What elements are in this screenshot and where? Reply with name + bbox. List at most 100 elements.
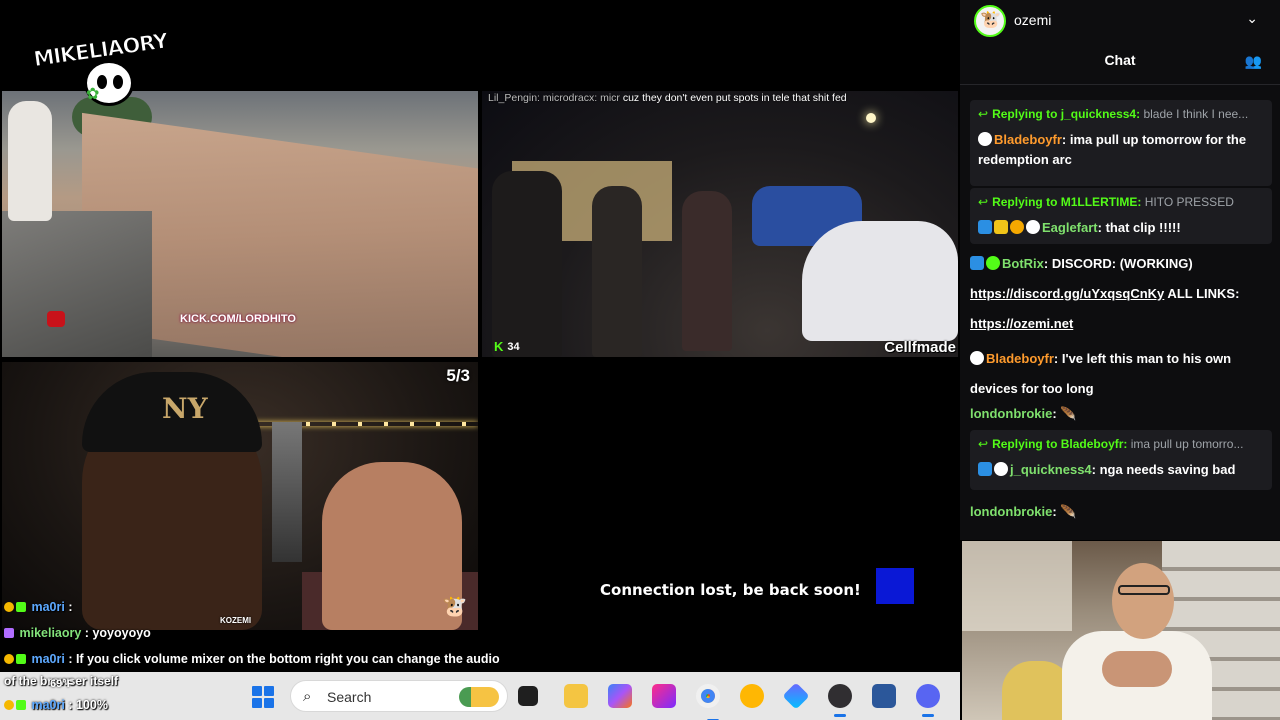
chat-messages: ↩ Replying to j_quickness4: blade I think… [960,86,1280,540]
reply-arrow-icon: ↩ [978,437,989,451]
overlay-chat-text: yoyoyoyo [88,626,151,640]
windows-taskbar: of the browser itself ⌕ Search [0,672,960,720]
overlay-chat-line: mikeliaory : yoyoyoyo [4,626,151,640]
bull-logo-icon: 🐮 [442,596,467,618]
badge-icon [970,351,984,365]
chat-username[interactable]: londonbrokie [970,406,1052,421]
chat-message[interactable]: londonbrokie: 🪶 [970,404,1272,424]
taskbar-search[interactable]: ⌕ Search [290,680,508,712]
chat-username[interactable]: Bladeboyfr [986,351,1054,366]
discord-icon[interactable] [916,684,940,717]
overlay-message: cuz they don't even put spots in tele th… [622,92,847,104]
chat-username[interactable]: j_quickness4 [1010,462,1092,477]
reply-snippet: blade I think I nee... [1140,107,1249,121]
person-silhouette [492,171,562,357]
mascot-eye [113,75,123,89]
chat-username[interactable]: Bladeboyfr [994,132,1062,147]
task-view-icon[interactable] [518,686,538,706]
emote-icon: 🪶 [1060,406,1077,421]
copilot-icon[interactable] [608,684,632,708]
app-icon[interactable] [782,682,810,710]
overlay-volume-text: : 100% [68,698,108,712]
chevron-down-icon[interactable]: ⌄ [1246,10,1258,27]
feed-chat-overlay: Lil_Pengin: microdracx: micr cuz they do… [488,92,958,104]
person-face [322,462,462,630]
feed-watermark: KOZEMI [220,616,252,625]
picsart-icon[interactable] [652,684,676,708]
person-head [1112,563,1174,639]
badge-icon [16,700,26,710]
badge-icon [994,462,1008,476]
users-icon[interactable]: 👥 [1245,53,1262,70]
reply-snippet: HITO PRESSED [1141,195,1234,209]
account-name: ozemi [1014,12,1052,28]
chrome-icon[interactable] [696,684,720,720]
divider [960,84,1280,85]
obs-icon[interactable] [828,684,852,717]
overlay-chat-user: mikeliaory [19,626,82,640]
patio-heater [272,422,302,562]
search-placeholder: Search [327,689,372,705]
viewer-count: K 34 [494,339,520,354]
overlay-chat-sep: : [81,626,89,640]
person-walking [8,101,52,221]
chat-panel: ozemi ⌄ Chat 👥 ↩Replying to j_quickness4… [960,0,1280,540]
chat-message-reply[interactable]: ↩ Replying to j_quickness4: blade I think… [970,100,1272,186]
badge-icon [4,654,14,664]
chat-link[interactable]: https://discord.gg/uYxqsqCnKy [970,286,1164,301]
overlay-chat-line: ma0ri : If you click volume mixer on the… [4,652,500,666]
file-explorer-icon[interactable] [564,684,588,708]
overlay-volume-line: ma0ri : 100% [4,698,108,712]
viewer-count-value: 34 [507,340,520,353]
chat-link[interactable]: https://ozemi.net [970,316,1073,331]
overlay-chat-user: ma0ri [31,698,65,712]
reply-context: ↩ Replying to j_quickness4: blade I think… [978,104,1264,124]
badge-icon [970,256,984,270]
window [962,541,1072,631]
chat-message[interactable]: https://discord.gg/uYxqsqCnKy ALL LINKS: [970,284,1272,304]
chat-message[interactable]: londonbrokie: 🪶 [970,502,1272,522]
glasses [1118,585,1170,595]
word-icon[interactable] [872,684,896,708]
brightness-icon[interactable] [740,684,764,708]
chat-message[interactable]: BotRix: DISCORD: (WORKING) [970,254,1272,274]
person-silhouette [592,186,642,357]
avatar[interactable] [974,5,1006,37]
stream-canvas: KICK.COM/LORDHITO Lil_Pengin: microdracx… [0,0,960,720]
chat-message[interactable]: Bladeboyfr: I've left this man to his ow… [970,344,1272,404]
chat-text: ALL LINKS: [1164,286,1240,301]
badge-icon [16,654,26,664]
reply-arrow-icon: ↩ [978,107,989,121]
chat-message-reply[interactable]: ↩ Replying to Bladeboyfr: ima pull up tom… [970,430,1272,490]
windows-start-icon[interactable] [252,686,274,708]
reply-target: Replying to Bladeboyfr: [992,437,1128,451]
person-silhouette [682,191,732,351]
webcam-feed [962,541,1280,720]
reply-arrow-icon: ↩ [978,195,989,209]
search-highlight-icon [459,687,499,707]
reply-target: Replying to j_quickness4: [992,107,1141,121]
chat-title: Chat [1104,52,1136,68]
street-lamp [866,113,876,123]
channel-logo-icon [876,568,914,604]
emote-icon: 🪶 [1060,504,1077,519]
chat-account-header[interactable]: ozemi ⌄ [960,0,1280,42]
connection-lost-message: Connection lost, be back soon! [600,581,861,599]
chat-message[interactable]: https://ozemi.net [970,314,1272,334]
person-hands [1102,651,1172,687]
badge-icon [4,700,14,710]
chat-username[interactable]: BotRix [1002,256,1044,271]
chat-username[interactable]: londonbrokie [970,504,1052,519]
chat-message-reply[interactable]: ↩ Replying to M1LLERTIME: HITO PRESSED Ea… [970,188,1272,244]
channel-logo: MIKELIAORY ✿ [28,20,173,106]
feed-top-right: Lil_Pengin: microdracx: micr cuz they do… [482,91,958,357]
badge-icon [1010,220,1024,234]
chat-username[interactable]: Eaglefart [1042,220,1098,235]
cap-logo: NY [162,392,208,425]
white-car [802,221,958,341]
feed-bottom-left: NY 5/3 KOZEMI 🐮 [2,362,478,630]
chat-text: DISCORD: (WORKING) [1051,256,1193,271]
badge-icon [978,462,992,476]
feed-top-left: KICK.COM/LORDHITO [2,91,478,357]
badge-icon [978,132,992,146]
